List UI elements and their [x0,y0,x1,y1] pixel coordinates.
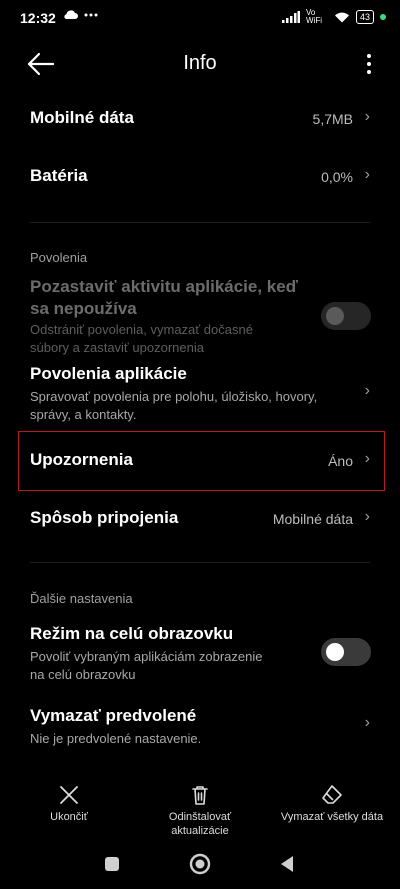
status-right-icons: Vo WiFi 43 [281,8,386,25]
notifications-label: Upozornenia [30,450,133,469]
battery-indicator: 43 [355,10,374,24]
pause-activity-title-line1: Pozastaviť aktivitu aplikácie, keď [30,277,298,296]
app-permissions-desc-line2: správy, a kontakty. [30,407,137,422]
fullscreen-desc-line1: Povoliť vybraným aplikáciám zobrazenie [30,649,263,664]
home-nav-icon[interactable] [189,853,211,875]
close-icon [60,786,78,804]
chevron-right-icon: › [364,108,370,125]
notifications-row[interactable]: Upozornenia Áno › [0,438,400,484]
pause-activity-desc-line1: Odstrániť povolenia, vymazať dočasné [30,322,253,337]
mobile-data-label: Mobilné dáta [30,108,134,127]
app-permissions-desc: Spravovať povolenia pre polohu, úložisko… [30,388,317,424]
connection-row[interactable]: Spôsob pripojenia Mobilné dáta › [0,496,400,542]
fullscreen-toggle[interactable] [321,638,371,666]
status-time: 12:32 [20,10,56,26]
clear-data-label: Vymazať všetky dáta [280,811,384,823]
chevron-right-icon: › [364,714,370,731]
uninstall-updates-button[interactable]: Odinštalovať aktualizácie [155,784,245,838]
chevron-right-icon: › [364,508,370,525]
battery-value: 0,0% [321,169,353,185]
recents-nav-icon[interactable] [104,856,120,872]
toggle-knob [326,643,344,661]
wifi-icon [334,12,349,23]
battery-label: Batéria [30,166,88,185]
fullscreen-title: Režim na celú obrazovku [30,624,234,643]
privacy-dot-icon [380,14,386,20]
app-permissions-title: Povolenia aplikácie [30,364,187,383]
fullscreen-desc: Povoliť vybraným aplikáciám zobrazenie n… [30,648,262,684]
status-left-icons [62,9,98,20]
divider [30,222,370,223]
more-settings-section-header: Ďalšie nastavenia [30,591,133,606]
chevron-right-icon: › [364,450,370,467]
pause-activity-desc-line2: súbory a zastaviť upozornenia [30,340,204,355]
stop-button[interactable]: Ukončiť [38,784,100,824]
chevron-right-icon: › [364,166,370,183]
eraser-icon [322,785,342,804]
fullscreen-row[interactable]: Režim na celú obrazovku Povoliť vybraným… [0,624,400,688]
divider [30,562,370,563]
vowifi-label: Vo WiFi [305,8,322,25]
toggle-knob [326,307,344,325]
more-notifications-icon [84,13,98,16]
notifications-value: Áno [328,453,353,469]
clear-data-button[interactable]: Vymazať všetky dáta [276,784,388,824]
more-options-icon[interactable] [362,52,376,76]
clear-defaults-title: Vymazať predvolené [30,706,197,725]
mobile-data-row[interactable]: Mobilné dáta 5,7MB › [0,96,400,142]
chevron-right-icon: › [364,382,370,399]
uninstall-label-line1: Odinštalovať [168,811,232,823]
fullscreen-desc-line2: na celú obrazovku [30,667,136,682]
connection-value: Mobilné dáta [272,511,353,527]
back-nav-icon[interactable] [279,855,295,873]
pause-activity-title: Pozastaviť aktivitu aplikácie, keď sa ne… [30,276,298,320]
page-title: Info [183,52,217,74]
app-permissions-row[interactable]: Povolenia aplikácie Spravovať povolenia … [0,364,400,428]
pause-activity-desc: Odstrániť povolenia, vymazať dočasné súb… [30,321,253,357]
battery-row[interactable]: Batéria 0,0% › [0,154,400,200]
signal-icon [281,11,300,23]
pause-activity-title-line2: sa nepoužíva [30,299,137,318]
mobile-data-value: 5,7MB [312,111,353,127]
uninstall-label-line2: aktualizácie [171,825,229,837]
permissions-section-header: Povolenia [30,250,88,265]
connection-label: Spôsob pripojenia [30,508,179,527]
clear-defaults-desc: Nie je predvolené nastavenie. [30,731,202,746]
pause-activity-row: Pozastaviť aktivitu aplikácie, keď sa ne… [0,276,400,358]
app-permissions-desc-line1: Spravovať povolenia pre polohu, úložisko… [30,389,318,404]
trash-icon [192,786,208,805]
cloud-icon [64,10,78,19]
stop-label: Ukončiť [50,811,88,823]
clear-defaults-row[interactable]: Vymazať predvolené Nie je predvolené nas… [0,706,400,750]
pause-activity-toggle [321,302,371,330]
